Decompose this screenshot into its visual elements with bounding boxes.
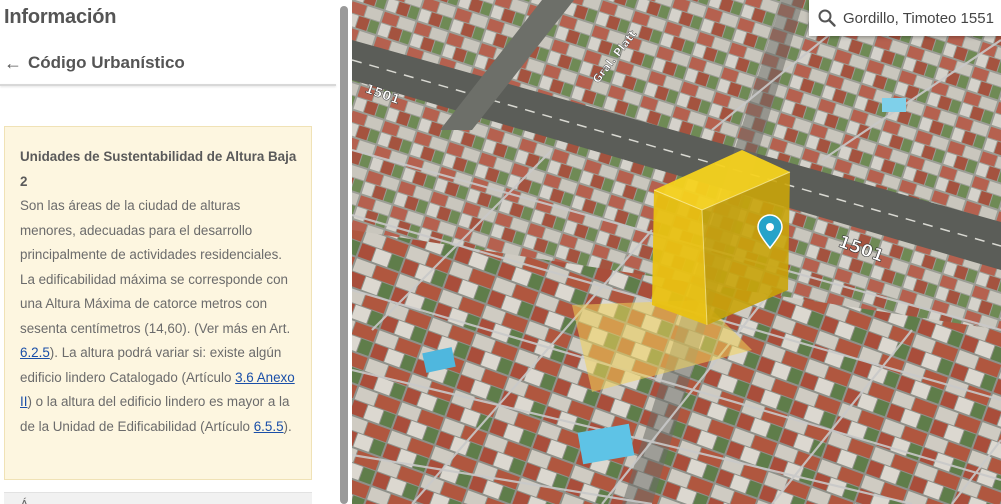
next-card-title: Á [20,497,29,504]
zoning-text-part-3: ) o la altura del edificio lindero es ma… [20,394,290,434]
zoning-info-card: Unidades de Sustentabilidad de Altura Ba… [4,126,312,480]
map-3d-view[interactable]: 1501 1501 Gral. Platt [352,0,1001,504]
sidebar-scrollbar[interactable] [340,6,348,504]
search-icon [818,9,836,27]
address-search-box[interactable] [809,0,1001,36]
back-button-label: Código Urbanístico [28,53,185,72]
next-info-card[interactable]: Á [4,492,312,504]
address-search-input[interactable] [843,9,1001,27]
sidebar-title: Información [4,6,117,28]
link-art-6-5-5[interactable]: 6.5.5 [254,419,284,434]
back-to-codigo-urbanistico-button[interactable]: ← Código Urbanístico [4,52,185,74]
aerial-imagery: 1501 1501 Gral. Platt [352,0,1001,504]
link-art-6-2-5[interactable]: 6.2.5 [20,345,50,360]
zoning-card-body: Son las áreas de la ciudad de alturas me… [20,194,297,439]
zoning-card-title: Unidades de Sustentabilidad de Altura Ba… [20,149,297,189]
arrow-left-icon: ← [4,52,22,73]
header-divider [0,84,336,86]
zoning-text-part-1: Son las áreas de la ciudad de alturas me… [20,198,291,336]
zoning-text-part-4: ). [283,418,292,434]
info-sidebar: Información ← Código Urbanístico Unidade… [0,0,352,504]
